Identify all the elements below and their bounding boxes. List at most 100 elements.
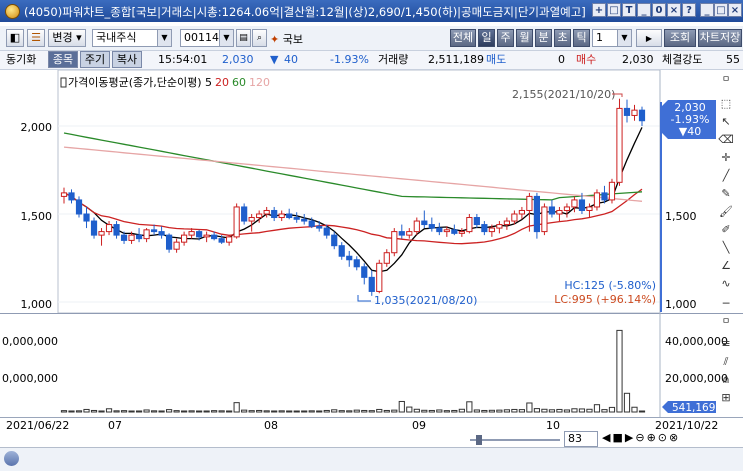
count-input[interactable]: 83: [564, 431, 598, 447]
candle: [241, 206, 248, 222]
market-select[interactable]: 국내주식 ▼: [92, 29, 172, 47]
period-select[interactable]: 1 ▼: [592, 29, 632, 47]
horizontal-line-icon[interactable]: ─: [718, 296, 734, 312]
slider-handle[interactable]: [476, 435, 482, 445]
expand-icon[interactable]: [4, 451, 19, 466]
range-slider[interactable]: [470, 433, 560, 447]
volume-bar: [120, 410, 128, 413]
volume-bar: [158, 410, 165, 413]
second-button[interactable]: 초: [554, 29, 571, 47]
candle: [263, 209, 270, 215]
pin-icon[interactable]: ×: [667, 3, 681, 17]
candle: [608, 181, 616, 201]
code-input[interactable]: 001140 ▼: [180, 29, 234, 47]
candle: [376, 262, 383, 292]
help-icon[interactable]: ?: [682, 3, 696, 17]
volume-panel-menu-icon[interactable]: ㅁ: [718, 314, 734, 330]
candle: [233, 206, 240, 238]
price-chart[interactable]: 가격이동평균(종가,단순이평) 5 20 60 120 2,000 1,500 …: [0, 70, 743, 313]
crosshair-icon[interactable]: ✛: [718, 150, 734, 166]
strength-label: 체결강도: [662, 53, 703, 66]
toolbar: ◧ ☰ 변경 ▾ 국내주식 ▼ 001140 ▼ ▤ ⌕ ✦ 국보 전체 일 주…: [0, 26, 743, 51]
candle: [541, 206, 548, 233]
prev-icon[interactable]: ◀: [602, 431, 612, 444]
cursor-icon[interactable]: ⬚: [718, 96, 734, 112]
tab-period[interactable]: 주기: [80, 51, 110, 68]
candle: [466, 217, 473, 233]
add-icon[interactable]: +: [592, 3, 606, 17]
change-button[interactable]: 변경 ▾: [48, 29, 86, 47]
channel-icon[interactable]: ⫽: [718, 354, 734, 370]
candle: [451, 229, 458, 234]
right-y-tick-1000: 1,000: [665, 298, 697, 311]
panel-toggle-icon[interactable]: ◧: [6, 29, 24, 47]
candle: [586, 206, 593, 211]
volume-label: 거래량: [378, 53, 409, 66]
stop-icon[interactable]: ■: [612, 431, 624, 444]
daily-button[interactable]: 일: [478, 29, 495, 47]
fan-icon[interactable]: ⋔: [718, 372, 734, 388]
volume-bar: [323, 409, 330, 413]
volume-bar: [391, 409, 398, 413]
candle: [413, 220, 420, 233]
candle: [473, 217, 480, 226]
close-button[interactable]: ×: [728, 3, 742, 17]
search-icon[interactable]: ⌕: [252, 29, 267, 47]
zoom-out-icon[interactable]: ⊖: [635, 431, 646, 444]
candle: [196, 231, 203, 238]
maximize-button[interactable]: □: [714, 3, 728, 17]
restore-icon[interactable]: □: [607, 3, 621, 17]
pen-icon[interactable]: ✎: [718, 186, 734, 202]
window-title: (4050)파워차트_종합[국보|거래소|시총:1264.06억|결산월:12월…: [24, 5, 586, 19]
right-y-tick-1500: 1,500: [665, 210, 697, 223]
minute-button[interactable]: 분: [535, 29, 552, 47]
brush-icon[interactable]: 🖌: [718, 204, 734, 220]
volume-bar: [331, 409, 338, 413]
pointer-icon[interactable]: ↖: [718, 114, 734, 130]
volume-bar: [165, 409, 173, 413]
volume-bar: [421, 409, 428, 413]
zoom-reset-icon[interactable]: ⊙: [658, 431, 669, 444]
candle: [316, 225, 323, 229]
x-label-08: 08: [264, 419, 278, 432]
search-button[interactable]: ▶: [636, 29, 662, 47]
marker-icon[interactable]: ✐: [718, 222, 734, 238]
monthly-button[interactable]: 월: [516, 29, 533, 47]
all-button[interactable]: 전체: [450, 29, 476, 47]
chevron-down-icon: ▼: [219, 30, 233, 46]
candle: [188, 231, 195, 236]
sell-value: 0: [558, 53, 565, 66]
wave-icon[interactable]: ∿: [718, 276, 734, 292]
angle-icon[interactable]: ∠: [718, 258, 734, 274]
minimize-inner-icon[interactable]: _: [637, 3, 651, 17]
weekly-button[interactable]: 주: [497, 29, 514, 47]
fibonacci-icon[interactable]: ≡: [718, 336, 734, 352]
query-button[interactable]: 조회: [664, 29, 696, 47]
list-icon[interactable]: ▤: [236, 29, 251, 47]
chart-type-icon[interactable]: ☰: [27, 29, 45, 47]
minimize-button[interactable]: _: [700, 3, 714, 17]
tab-copy[interactable]: 복사: [112, 51, 142, 68]
candle: [638, 109, 646, 122]
gann-icon[interactable]: ⊞: [718, 390, 734, 406]
panel-menu-icon[interactable]: ㅁ: [718, 72, 734, 88]
candle: [511, 213, 518, 222]
volume-chart[interactable]: 0,000,000 0,000,000 40,000,000 20,000,00…: [0, 313, 743, 417]
save-chart-button[interactable]: 차트저장: [698, 29, 742, 47]
volume-bar: [526, 402, 533, 413]
volume-bar: [83, 408, 90, 413]
next-icon[interactable]: ▶: [625, 431, 635, 444]
volume-bar: [406, 406, 413, 413]
trend-line-icon[interactable]: ╲: [718, 240, 734, 256]
legend-ma-120: 120: [249, 76, 270, 89]
tab-stock[interactable]: 종목: [48, 51, 78, 68]
volume-bar: [203, 410, 210, 413]
zero-icon[interactable]: 0: [652, 3, 666, 17]
tick-button[interactable]: 틱: [573, 29, 590, 47]
line-icon[interactable]: ╱: [718, 168, 734, 184]
last-volume-value: 541,169: [672, 402, 715, 414]
text-icon[interactable]: T: [622, 3, 636, 17]
delete-all-icon[interactable]: ⌫: [718, 132, 734, 148]
zoom-in-icon[interactable]: ⊕: [647, 431, 658, 444]
zoom-fit-icon[interactable]: ⊗: [669, 431, 680, 444]
